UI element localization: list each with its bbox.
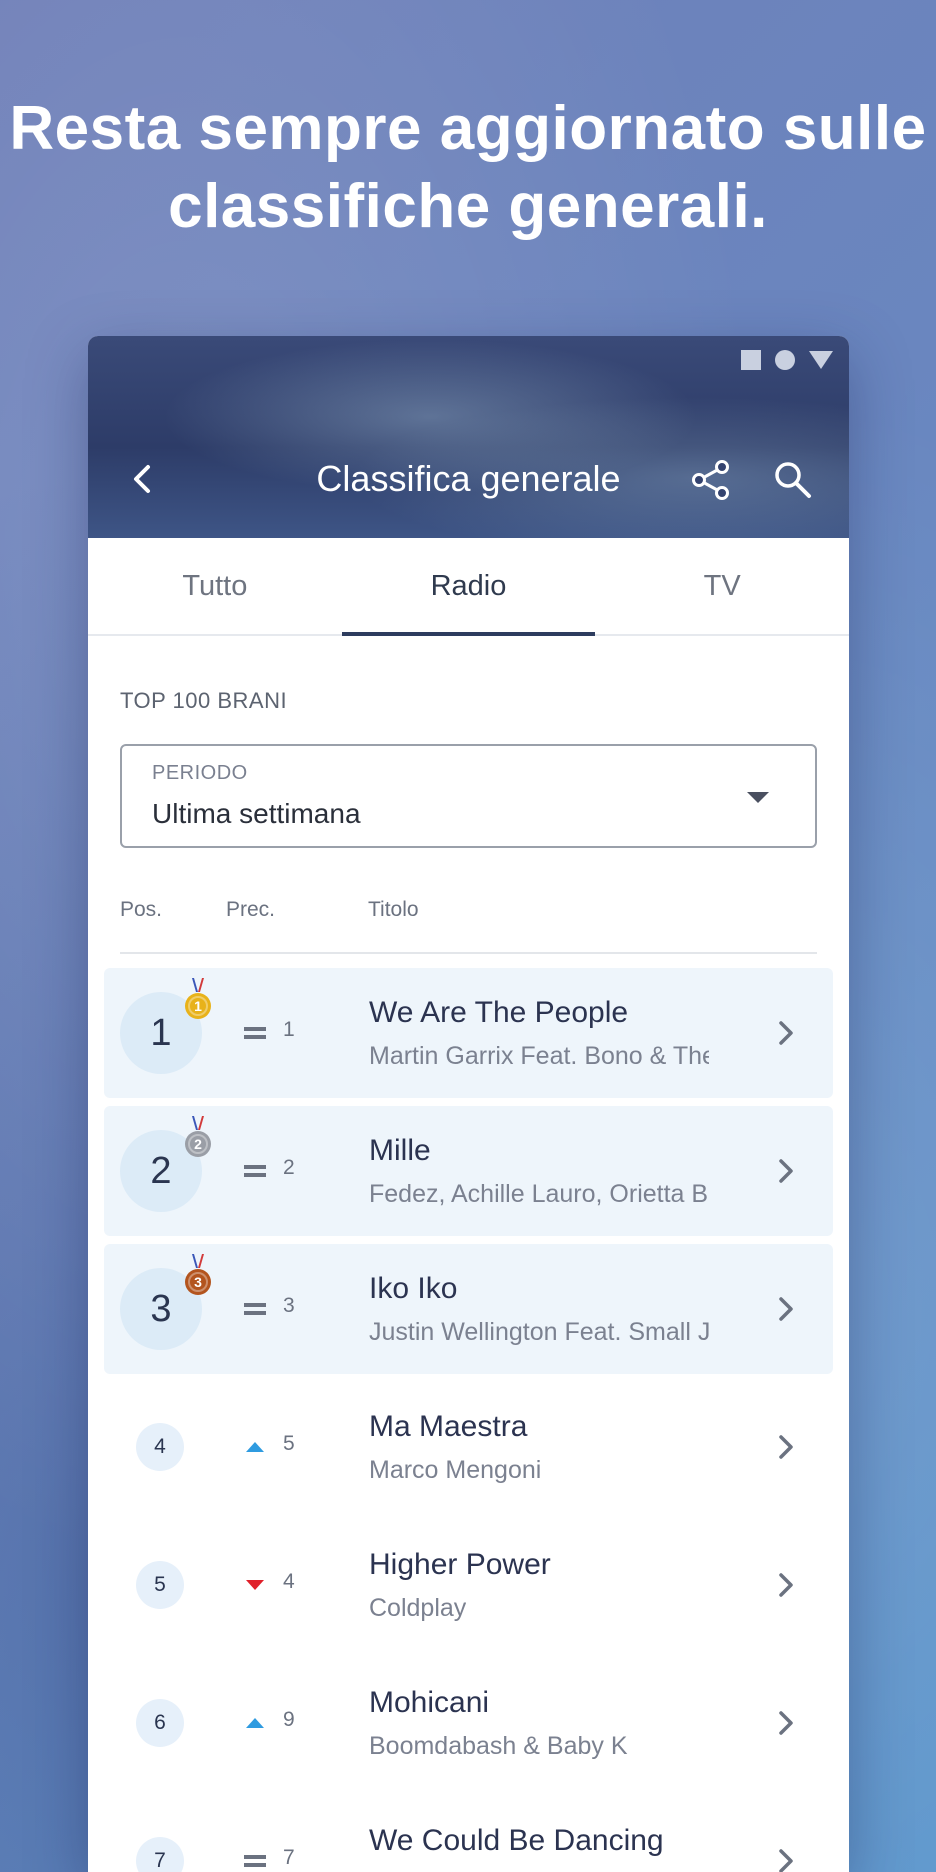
chevron-right-icon (779, 1711, 793, 1735)
chart-row[interactable]: 4 5 Ma Maestra Marco Mengoni (104, 1382, 833, 1512)
trend-same-icon (244, 1303, 266, 1315)
trend-up-icon (246, 1442, 264, 1452)
trend-same-icon (244, 1027, 266, 1039)
period-value: Ultima settimana (152, 798, 361, 829)
song-artist: Fedez, Achille Lauro, Orietta Be... (369, 1180, 709, 1208)
song-title: We Are The People (369, 996, 629, 1029)
previous-position: 1 (283, 1018, 295, 1041)
share-icon[interactable] (689, 458, 733, 502)
chevron-right-icon (779, 1573, 793, 1597)
column-pos: Pos. (120, 898, 163, 921)
song-artist: Coldplay (369, 1594, 467, 1622)
medal-icon: 2 (185, 1116, 211, 1157)
promo-headline: Resta sempre aggiornato sulle classifich… (0, 90, 936, 246)
period-label: PERIODO (152, 762, 248, 784)
tab-radio[interactable]: Radio (341, 538, 596, 636)
triangle-icon (809, 351, 833, 369)
medal-number: 1 (194, 998, 202, 1014)
trend-same-icon (244, 1855, 266, 1867)
chart-row[interactable]: 2 2 2 Mille Fedez, Achille Lauro, Orietta Be… (104, 1106, 833, 1236)
tab-bar: Tutto Radio TV (88, 538, 849, 636)
chevron-right-icon (779, 1159, 793, 1183)
medal-number: 2 (194, 1136, 202, 1152)
chevron-right-icon (779, 1021, 793, 1045)
previous-position: 3 (283, 1294, 295, 1317)
search-icon[interactable] (771, 458, 815, 502)
app-bar: Classifica generale (88, 336, 849, 538)
screen-title: Classifica generale (316, 458, 621, 499)
medal-icon: 1 (185, 978, 211, 1019)
chart-row[interactable]: 6 9 Mohicani Boomdabash & Baby K (104, 1658, 833, 1788)
chart-row[interactable]: 5 4 Higher Power Coldplay (104, 1520, 833, 1650)
previous-position: 9 (283, 1708, 295, 1731)
phone-screen: Classifica generale Tutto Radio TV TOP 1… (88, 336, 849, 1872)
chevron-right-icon (779, 1297, 793, 1321)
song-artist: Marco Mengoni (369, 1456, 542, 1484)
song-artist: Martin Garrix Feat. Bono & The ... (369, 1042, 709, 1070)
chevron-right-icon (779, 1849, 793, 1872)
position-badge: 7 (136, 1837, 184, 1872)
chart-row[interactable]: 1 1 1 We Are The People Martin Garrix Feat. … (104, 968, 833, 1098)
medal-number: 3 (194, 1274, 202, 1290)
column-titolo: Titolo (368, 898, 419, 921)
dropdown-arrow-icon (747, 792, 769, 803)
position-badge: 5 (136, 1561, 184, 1609)
chart-row[interactable]: 3 3 3 Iko Iko Justin Wellington Feat. Small … (104, 1244, 833, 1374)
headline-line-1: Resta sempre aggiornato sulle (9, 94, 927, 163)
circle-icon (775, 350, 795, 370)
column-headers: Pos. Prec. Titolo (120, 892, 817, 954)
chart-row[interactable]: 7 7 We Could Be Dancing (104, 1796, 833, 1872)
position-badge: 4 (136, 1423, 184, 1471)
song-title: Iko Iko (369, 1272, 458, 1305)
song-title: Mille (369, 1134, 431, 1167)
column-prec: Prec. (226, 898, 276, 921)
previous-position: 7 (283, 1846, 295, 1869)
position-badge: 6 (136, 1699, 184, 1747)
headline-line-2: classifiche generali. (168, 172, 768, 241)
chevron-right-icon (779, 1435, 793, 1459)
previous-position: 4 (283, 1570, 295, 1593)
song-title: Ma Maestra (369, 1410, 528, 1443)
section-label: TOP 100 BRANI (120, 688, 288, 713)
song-artist: Boomdabash & Baby K (369, 1732, 628, 1760)
trend-same-icon (244, 1165, 266, 1177)
song-title: Mohicani (369, 1686, 490, 1719)
system-nav-status (741, 350, 833, 370)
song-title: Higher Power (369, 1548, 551, 1581)
tab-tutto[interactable]: Tutto (88, 538, 342, 634)
previous-position: 5 (283, 1432, 295, 1455)
square-icon (741, 350, 761, 370)
chart-list: 1 1 1 We Are The People Martin Garrix Feat. … (88, 968, 849, 1872)
trend-up-icon (246, 1718, 264, 1728)
song-artist: Justin Wellington Feat. Small J... (369, 1318, 709, 1346)
trend-down-icon (246, 1580, 264, 1590)
tab-tv[interactable]: TV (595, 538, 849, 634)
previous-position: 2 (283, 1156, 295, 1179)
period-dropdown[interactable]: PERIODO Ultima settimana (120, 744, 817, 848)
song-title: We Could Be Dancing (369, 1824, 664, 1857)
medal-icon: 3 (185, 1254, 211, 1295)
